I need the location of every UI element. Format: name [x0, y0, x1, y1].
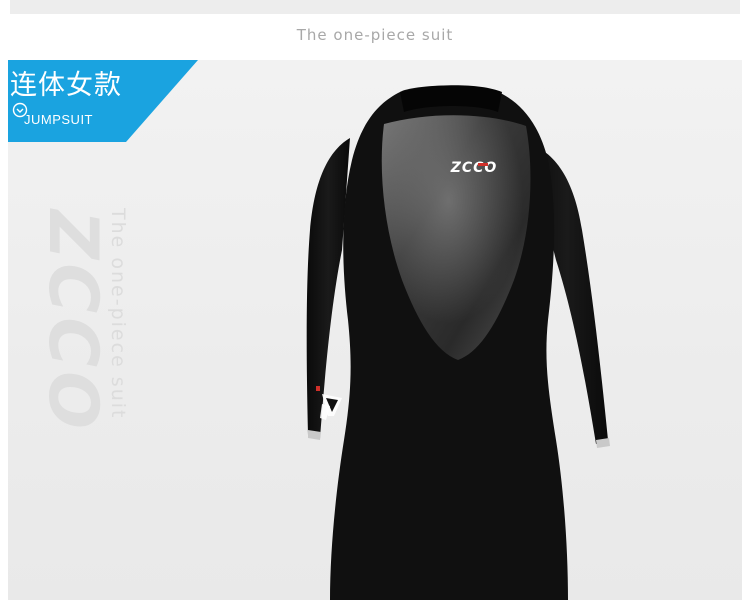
banner-subtitle: JUMPSUIT	[24, 112, 93, 127]
section-headline: The one-piece suit	[296, 26, 454, 44]
top-divider-strip	[10, 0, 740, 14]
product-page: The one-piece suit ZCCO The one-piece su…	[0, 0, 750, 600]
suit-left-sleeve	[306, 138, 350, 438]
banner-title: 连体女款	[10, 70, 122, 101]
chest-logo: ZCCO	[450, 160, 498, 176]
category-banner: 连体女款 JUMPSUIT	[8, 60, 198, 142]
banner-title-row: 连体女款	[10, 70, 122, 118]
